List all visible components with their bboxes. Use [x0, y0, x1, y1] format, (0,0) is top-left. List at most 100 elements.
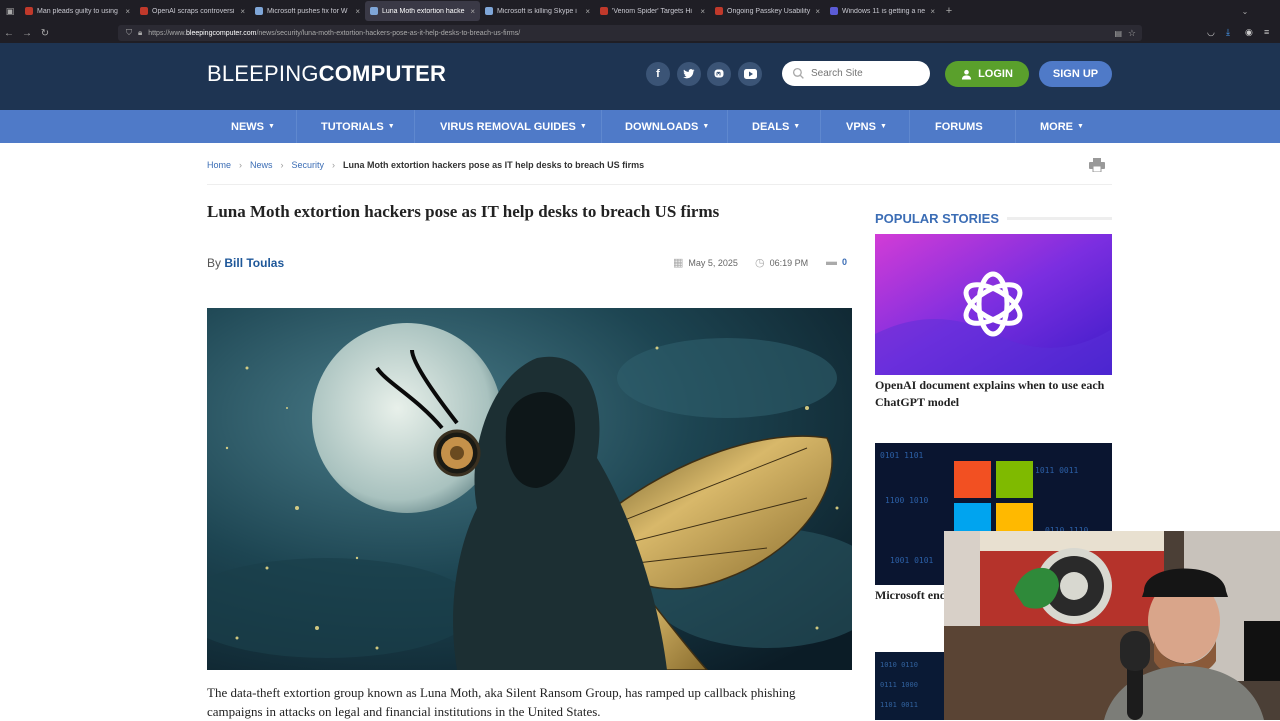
nav-more[interactable]: MORE ▼ — [1040, 110, 1084, 143]
browser-tab[interactable]: Man pleads guilty to using × — [20, 1, 135, 21]
tab-favicon — [485, 7, 493, 15]
popular-stories-heading: POPULAR STORIES — [875, 211, 1112, 226]
browser-tab[interactable]: Windows 11 is getting a ne × — [825, 1, 940, 21]
main-nav: NEWS ▼ TUTORIALS ▼ VIRUS REMOVAL GUIDES ▼ D… — [0, 110, 1280, 143]
menu-icon[interactable]: ≡ — [1264, 27, 1269, 37]
browser-tab[interactable]: Microsoft is killing Skype i × — [480, 1, 595, 21]
new-tab-icon[interactable]: + — [940, 5, 958, 17]
article-hero-image — [207, 308, 852, 670]
nav-label: DEALS — [752, 120, 790, 133]
tab-label: Ongoing Passkey Usability — [727, 7, 811, 15]
caret-down-icon: ▼ — [579, 123, 587, 130]
breadcrumb-security[interactable]: Security — [292, 160, 325, 170]
tab-favicon — [600, 7, 608, 15]
svg-text:1100 1010: 1100 1010 — [885, 496, 929, 505]
article-lead-paragraph: The data-theft extortion group known as … — [207, 685, 796, 719]
svg-text:1101 0011: 1101 0011 — [880, 701, 918, 709]
caret-down-icon: ▼ — [702, 123, 710, 130]
tab-favicon — [140, 7, 148, 15]
author-link[interactable]: Bill Toulas — [224, 256, 284, 270]
search-input[interactable] — [811, 68, 921, 79]
nav-downloads[interactable]: DOWNLOADS ▼ — [625, 110, 709, 143]
site-header: BLEEPINGCOMPUTER f LOGIN SIGN UP — [0, 43, 1280, 110]
caret-down-icon: ▼ — [1077, 123, 1084, 130]
back-icon[interactable]: ← — [0, 28, 18, 39]
tab-overview-icon[interactable]: ▣ — [0, 6, 20, 17]
breadcrumb-news[interactable]: News — [250, 160, 273, 170]
article-date: ▦ May 5, 2025 — [673, 256, 738, 269]
tab-list-icon[interactable]: ⌄ — [1236, 7, 1254, 16]
calendar-icon: ▦ — [673, 257, 684, 269]
reader-icon[interactable]: ▤ — [1114, 29, 1122, 38]
youtube-icon[interactable] — [738, 62, 762, 86]
site-logo[interactable]: BLEEPINGCOMPUTER — [207, 61, 446, 87]
caret-down-icon: ▼ — [793, 123, 801, 130]
nav-tutorials[interactable]: TUTORIALS ▼ — [321, 110, 395, 143]
browser-tab[interactable]: Microsoft pushes fix for W × — [250, 1, 365, 21]
reload-icon[interactable]: ↻ — [36, 28, 54, 39]
time-text: 06:19 PM — [769, 257, 809, 268]
story-image-openai[interactable] — [875, 234, 1112, 375]
browser-tab[interactable]: OpenAI scraps controversi × — [135, 1, 250, 21]
breadcrumb-home[interactable]: Home — [207, 160, 231, 170]
byline: By Bill Toulas — [207, 256, 284, 270]
caret-down-icon: ▼ — [879, 123, 887, 130]
tab-favicon — [255, 7, 263, 15]
close-tab-icon[interactable]: × — [355, 7, 360, 16]
lock-icon: 🔒︎ — [138, 28, 143, 37]
clock-icon: ◷ — [755, 257, 765, 269]
nav-divider — [296, 110, 297, 143]
search-box[interactable] — [782, 61, 930, 86]
login-label: LOGIN — [978, 68, 1013, 80]
chevron-right-icon: › — [332, 160, 336, 170]
nav-label: FORUMS — [935, 120, 983, 133]
pocket-icon[interactable]: ◡ — [1207, 27, 1215, 38]
chevron-right-icon: › — [239, 160, 243, 170]
tab-label: Microsoft is killing Skype i — [497, 7, 577, 15]
article-time: ◷ 06:19 PM — [755, 256, 808, 269]
nav-forums[interactable]: FORUMS — [935, 110, 983, 143]
bookmark-star-icon[interactable]: ☆ — [1128, 28, 1136, 39]
caret-down-icon: ▼ — [387, 123, 395, 130]
nav-label: TUTORIALS — [321, 120, 384, 133]
account-icon[interactable]: ◉ — [1245, 27, 1253, 38]
login-button[interactable]: LOGIN — [945, 61, 1029, 87]
nav-divider — [727, 110, 728, 143]
tab-label: Man pleads guilty to using — [37, 7, 118, 15]
tab-label: Luna Moth extortion hacke — [382, 7, 465, 15]
download-icon[interactable]: ⤓ — [1226, 27, 1230, 38]
nav-divider — [1015, 110, 1016, 143]
story-title-link[interactable]: OpenAI document explains when to use eac… — [875, 377, 1115, 411]
nav-news[interactable]: NEWS ▼ — [231, 110, 275, 143]
browser-tab[interactable]: Ongoing Passkey Usability × — [710, 1, 825, 21]
svg-text:0101 1101: 0101 1101 — [880, 451, 924, 460]
nav-vpns[interactable]: VPNS ▼ — [846, 110, 887, 143]
nav-label: VPNS — [846, 120, 876, 133]
signup-button[interactable]: SIGN UP — [1039, 61, 1112, 87]
tab-label: Windows 11 is getting a ne — [842, 7, 926, 15]
twitter-icon[interactable] — [677, 62, 701, 86]
facebook-icon[interactable]: f — [646, 62, 670, 86]
close-tab-icon[interactable]: × — [585, 7, 590, 16]
comments-count[interactable]: ▬ 0 — [826, 256, 847, 268]
forward-icon[interactable]: → — [18, 28, 36, 39]
nav-virus-removal-guides[interactable]: VIRUS REMOVAL GUIDES ▼ — [440, 110, 587, 143]
browser-tab[interactable]: 'Venom Spider' Targets Hi × — [595, 1, 710, 21]
close-tab-icon[interactable]: × — [700, 7, 705, 16]
mastodon-icon[interactable] — [707, 62, 731, 86]
close-tab-icon[interactable]: × — [815, 7, 820, 16]
close-tab-icon[interactable]: × — [470, 7, 475, 16]
article-title: Luna Moth extortion hackers pose as IT h… — [207, 202, 720, 221]
browser-tab-active[interactable]: Luna Moth extortion hacke × — [365, 1, 480, 21]
nav-deals[interactable]: DEALS ▼ — [752, 110, 800, 143]
url-field[interactable]: ⛉ 🔒︎ https://www. bleepingcomputer.com/ne… — [118, 25, 1142, 41]
print-icon[interactable] — [1089, 158, 1105, 172]
nav-label: NEWS — [231, 120, 264, 133]
nav-divider — [414, 110, 415, 143]
shield-icon: ⛉ — [126, 28, 132, 37]
nav-divider — [820, 110, 821, 143]
tab-favicon — [830, 7, 838, 15]
close-tab-icon[interactable]: × — [125, 7, 130, 16]
close-tab-icon[interactable]: × — [240, 7, 245, 16]
close-tab-icon[interactable]: × — [930, 7, 935, 16]
